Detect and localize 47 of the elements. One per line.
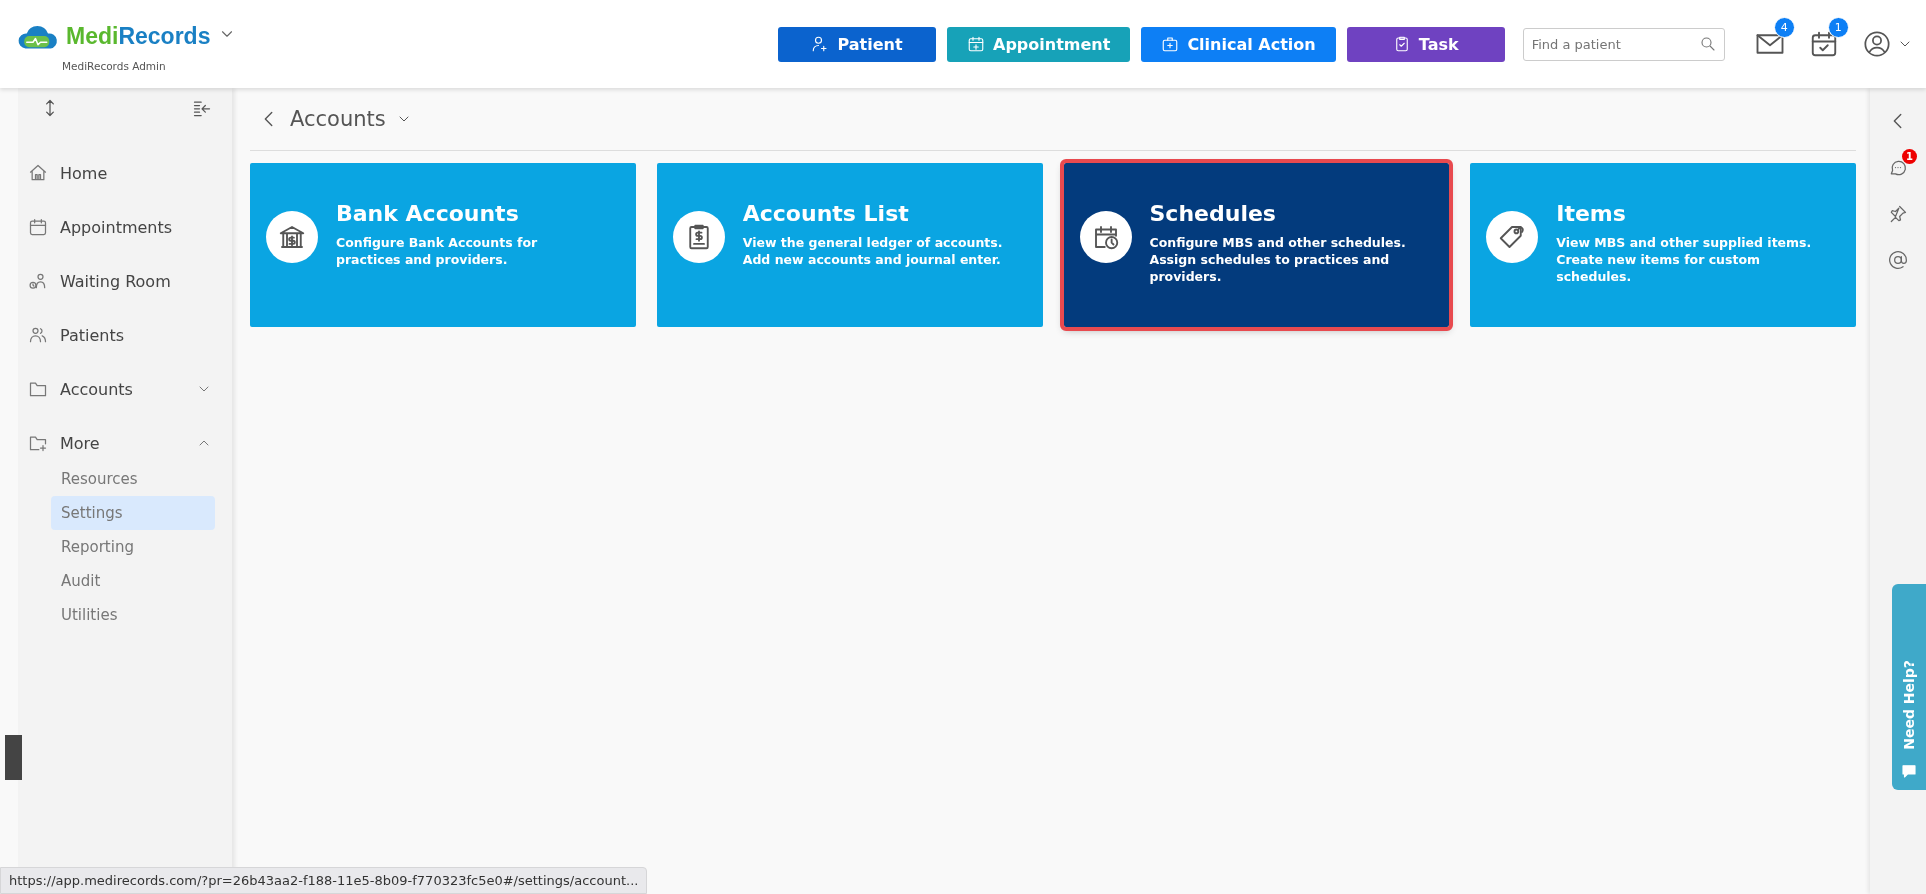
card-description: View MBS and other supplied items. Create new items for custom schedules. bbox=[1556, 234, 1813, 285]
status-url: https://app.medirecords.com/?pr=26b43aa2-f188-11e5-8b09-f770323fc5e0#/settings/account... bbox=[0, 867, 648, 894]
sidebar-item[interactable]: Patients bbox=[18, 308, 232, 362]
at-sign-icon bbox=[1888, 250, 1908, 270]
notification-badge: 4 bbox=[1773, 17, 1795, 38]
card-title: Bank Accounts bbox=[336, 201, 520, 226]
card-title: Schedules bbox=[1149, 201, 1277, 226]
medical-kit-icon bbox=[1161, 35, 1180, 53]
calendar-icon bbox=[28, 217, 48, 237]
card-description: Configure MBS and other schedules. Assign schedules to practices and providers. bbox=[1149, 234, 1407, 285]
notification-badge: 1 bbox=[1902, 149, 1917, 164]
submenu-item[interactable]: Utilities bbox=[51, 598, 215, 632]
card-title: Items bbox=[1556, 201, 1627, 226]
notification-badge: 1 bbox=[1827, 17, 1849, 38]
home-icon bbox=[28, 163, 48, 183]
card-description: View the general ledger of accounts. Add new accounts and journal enter. bbox=[742, 234, 1004, 268]
quick-action-button[interactable]: Task bbox=[1346, 26, 1505, 62]
need-help-button[interactable]: Need Help? bbox=[1892, 584, 1926, 790]
card-description: Configure Bank Accounts for practices and providers. bbox=[336, 234, 539, 268]
chat-bubble-icon bbox=[1888, 158, 1908, 178]
page-title: Accounts bbox=[290, 107, 386, 131]
brand-name: MediRecords bbox=[66, 22, 211, 50]
brand-subtitle: MediRecords Admin bbox=[62, 60, 167, 72]
side-tab[interactable] bbox=[5, 735, 22, 780]
speech-bubble-icon bbox=[1900, 762, 1918, 780]
settings-card[interactable]: Bank Accounts Configure Bank Accounts for practices and providers. bbox=[250, 163, 636, 327]
person-plus-icon bbox=[811, 35, 830, 53]
search-field[interactable]: Find a patient bbox=[1522, 27, 1725, 61]
user-icon bbox=[1862, 30, 1891, 58]
quick-action-button[interactable]: Patient bbox=[778, 26, 936, 62]
settings-card[interactable]: Items View MBS and other supplied items. Create new items for custom schedules. bbox=[1470, 163, 1856, 327]
quick-action-button[interactable]: Appointment bbox=[947, 26, 1131, 62]
search-icon bbox=[1698, 34, 1717, 53]
pin-icon bbox=[1888, 204, 1908, 224]
people-icon bbox=[28, 325, 48, 345]
submenu-item[interactable]: Settings bbox=[51, 496, 215, 530]
people-clock-icon bbox=[28, 271, 48, 291]
sidebar-item[interactable]: Accounts bbox=[18, 362, 232, 416]
sidebar-item[interactable]: Home bbox=[18, 146, 232, 200]
sidebar-item[interactable]: Appointments bbox=[18, 200, 232, 254]
submenu-item[interactable]: Audit bbox=[51, 564, 215, 598]
submenu-item[interactable]: Reporting bbox=[51, 530, 215, 564]
sidebar-item[interactable]: Waiting Room bbox=[18, 254, 232, 308]
settings-card[interactable]: Accounts List View the general ledger of accounts. Add new accounts and journal enter. bbox=[656, 163, 1043, 327]
quick-action-button[interactable]: Clinical Action bbox=[1141, 26, 1336, 62]
calendar-plus-icon bbox=[967, 35, 985, 53]
card-title: Accounts List bbox=[742, 201, 910, 226]
